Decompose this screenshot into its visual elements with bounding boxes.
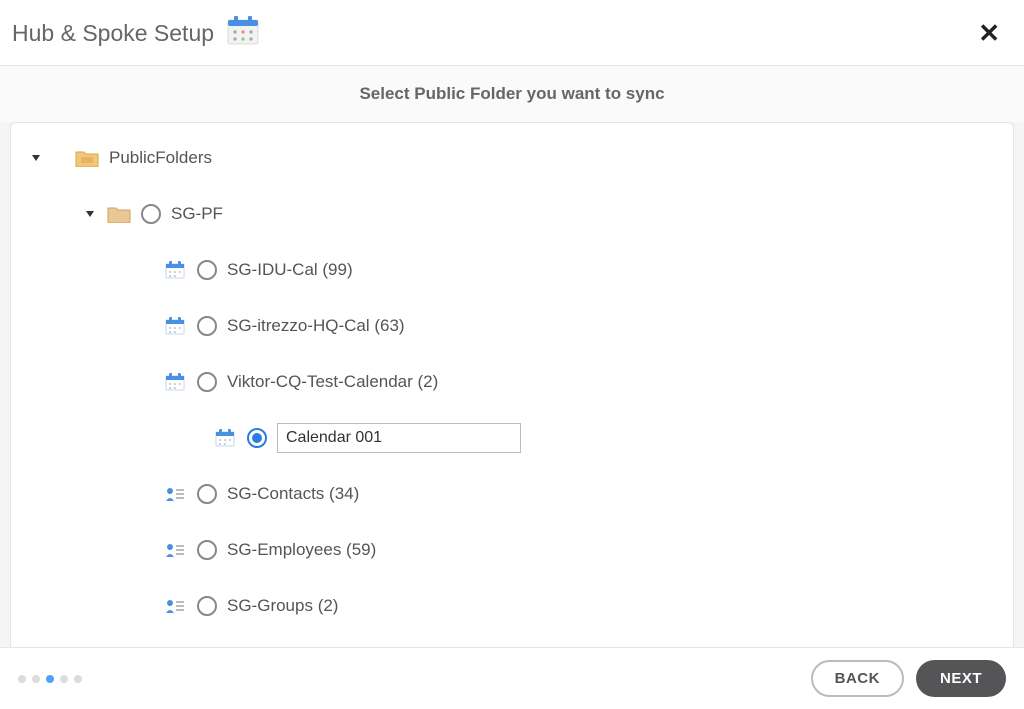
- tree-item-label: Viktor-CQ-Test-Calendar (2): [227, 372, 438, 392]
- tree-item-label: SG-IDU-Cal (99): [227, 260, 353, 280]
- calendar-icon: [165, 317, 187, 335]
- progress-dots: [18, 675, 82, 683]
- tree-item-label: SG-itrezzo-HQ-Cal (63): [227, 316, 405, 336]
- tree-item-row[interactable]: SG-itrezzo-HQ-Cal (63): [25, 311, 999, 341]
- progress-dot: [74, 675, 82, 683]
- folder-icon: [107, 205, 131, 223]
- contacts-icon: [165, 597, 187, 615]
- folder-users-icon: [75, 149, 99, 167]
- calendar-icon: [165, 373, 187, 391]
- progress-dot: [60, 675, 68, 683]
- tree-item-row[interactable]: SG-Employees (59): [25, 535, 999, 565]
- tree-item-label: SG-Groups (2): [227, 596, 338, 616]
- new-folder-name-input[interactable]: [277, 423, 521, 453]
- radio-item[interactable]: [197, 484, 217, 504]
- progress-dot: [32, 675, 40, 683]
- tree-item-row[interactable]: SG-Groups (2): [25, 591, 999, 621]
- tree-selected-row[interactable]: [25, 423, 999, 453]
- progress-dot-active: [46, 675, 54, 683]
- calendar-icon: [165, 261, 187, 279]
- tree-item-label: SG-Employees (59): [227, 540, 376, 560]
- radio-item[interactable]: [197, 596, 217, 616]
- radio-item[interactable]: [197, 540, 217, 560]
- tree-item-row[interactable]: SG-IDU-Cal (99): [25, 255, 999, 285]
- page-title: Hub & Spoke Setup: [12, 20, 214, 47]
- tree-item-row[interactable]: Viktor-CQ-Test-Calendar (2): [25, 367, 999, 397]
- caret-down-icon[interactable]: [29, 153, 43, 163]
- next-button[interactable]: NEXT: [916, 660, 1006, 697]
- wizard-footer: BACK NEXT: [0, 647, 1024, 709]
- contacts-icon: [165, 485, 187, 503]
- radio-item[interactable]: [197, 260, 217, 280]
- radio-item-selected[interactable]: [247, 428, 267, 448]
- back-button[interactable]: BACK: [811, 660, 904, 697]
- caret-down-icon[interactable]: [83, 209, 97, 219]
- tree-item-label: SG-Contacts (34): [227, 484, 359, 504]
- wizard-subtitle: Select Public Folder you want to sync: [0, 66, 1024, 122]
- radio-item[interactable]: [197, 372, 217, 392]
- radio-sg-pf[interactable]: [141, 204, 161, 224]
- folder-tree-panel: PublicFolders SG-PF SG-IDU-Cal (99) SG-i…: [10, 122, 1014, 652]
- radio-item[interactable]: [197, 316, 217, 336]
- contacts-icon: [165, 541, 187, 559]
- close-icon[interactable]: ✕: [974, 18, 1004, 49]
- tree-root-label: PublicFolders: [109, 148, 212, 168]
- progress-dot: [18, 675, 26, 683]
- tree-folder-label: SG-PF: [171, 204, 223, 224]
- calendar-dots-icon: [226, 16, 260, 51]
- tree-root-row[interactable]: PublicFolders: [25, 143, 999, 173]
- tree-folder-row[interactable]: SG-PF: [25, 199, 999, 229]
- tree-item-row[interactable]: SG-Contacts (34): [25, 479, 999, 509]
- calendar-icon: [215, 429, 237, 447]
- wizard-header: Hub & Spoke Setup ✕: [0, 0, 1024, 66]
